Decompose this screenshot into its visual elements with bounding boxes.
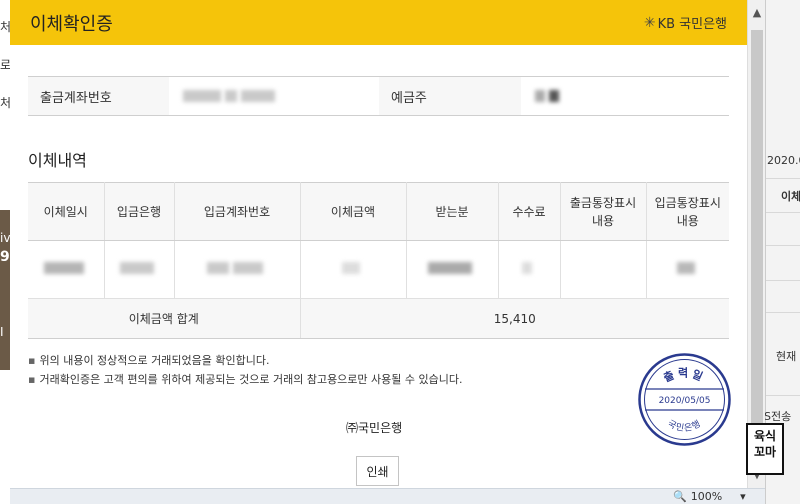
table-cell [104,240,175,299]
column-header: 수수료 [498,182,561,241]
redacted-text [43,262,84,274]
redacted-text [241,90,275,102]
background-page-left: 처 로 처 iv 9 I [0,0,11,504]
account-holder-label: 예금주 [379,77,521,115]
zoom-icon: 🔍 [673,490,687,503]
redacted-text [207,262,229,274]
background-text: S전송 [764,410,792,423]
column-header: 입금계좌번호 [174,182,301,241]
status-bar: 🔍 100% ▾ [10,488,765,504]
popup-header: 이체확인증 ✳ KB 국민은행 [10,0,747,45]
sum-label: 이체금액 합계 [28,298,301,339]
redacted-text [549,90,559,102]
notice-list: ▪ 위의 내용이 정상적으로 거래되었음을 확인합니다. ▪ 거래확인증은 고객 편… [28,351,463,389]
table-header-row: 이체일시 입금은행 입금계좌번호 이체금액 받는분 수수료 출금통장표시 내용 … [28,182,729,241]
redacted-text [428,262,472,274]
redacted-text [342,262,360,274]
redacted-text [183,90,221,102]
watermark-text: 육식 [753,429,777,443]
redacted-text [120,262,154,274]
column-header: 입금은행 [104,182,175,241]
column-header: 받는분 [406,182,499,241]
table-cell [406,240,499,299]
svg-text:출력일: 출력일 [661,367,708,385]
svg-text:국민은행: 국민은행 [666,417,704,434]
table-cell [646,240,729,299]
column-header: 입금통장표시 내용 [646,182,729,241]
background-text: I [0,325,4,339]
background-text: iv [0,231,11,245]
section-title: 이체내역 [28,151,87,170]
divider [766,312,800,313]
bullet-icon: ▪ [28,354,36,367]
divider [766,280,800,281]
redacted-text [522,262,532,274]
sum-value: 15,410 [300,298,729,339]
column-header: 이체금액 [300,182,407,241]
background-text: 2020.02 [767,154,800,167]
popup-title: 이체확인증 [30,14,113,35]
transfer-table: 이체일시 입금은행 입금계좌번호 이체금액 받는분 수수료 출금통장표시 내용 … [28,182,729,339]
notice-text: 거래확인증은 고객 편의를 위하여 제공되는 것으로 거래의 참고용으로만 사용… [39,373,463,386]
account-info: 출금계좌번호 예금주 [28,76,729,116]
column-header: 출금통장표시 내용 [560,182,647,241]
notice-item: ▪ 위의 내용이 정상적으로 거래되었음을 확인합니다. [28,351,463,370]
redacted-text [535,90,545,102]
bullet-icon: ▪ [28,373,36,386]
bank-signature: ㈜국민은행 [346,421,403,435]
stamp-bottom-text: 국민은행 [666,417,703,434]
from-account-label: 출금계좌번호 [28,77,169,115]
table-cell [300,240,407,299]
watermark-logo: 육식 꼬마 [746,423,784,475]
zoom-control[interactable]: 🔍 100% ▾ [673,490,746,503]
divider [766,395,800,396]
stamp-top-text: 출력일 [661,367,705,385]
transfer-confirmation-popup: 이체확인증 ✳ KB 국민은행 ▲ ▼ 출금계좌번호 예금주 이체내역 이체일시 [10,0,765,504]
print-button[interactable]: 인쇄 [356,456,399,486]
table-cell [174,240,301,299]
kb-logo: ✳ KB 국민은행 [643,13,727,33]
account-holder-value [521,77,729,115]
kb-logo-text: KB 국민은행 [657,17,727,32]
table-cell [560,240,647,299]
scrollbar-thumb[interactable] [751,30,763,450]
redacted-text [225,90,237,102]
background-text: 9 [0,249,10,265]
zoom-level: 100% [690,490,723,503]
scroll-up-icon[interactable]: ▲ [748,6,766,19]
notice-item: ▪ 거래확인증은 고객 편의를 위하여 제공되는 것으로 거래의 참고용으로만 사… [28,370,463,389]
divider [766,245,800,246]
column-header: 이체일시 [28,182,105,241]
table-cell [28,240,105,299]
divider [766,212,800,213]
watermark-text: 꼬마 [753,445,777,459]
from-account-value [169,77,379,115]
sum-row: 이체금액 합계 15,410 [28,298,729,339]
background-text: 이체 [781,190,800,203]
table-cell [498,240,561,299]
chevron-down-icon[interactable]: ▾ [740,490,746,503]
output-date-stamp: 출력일 2020/05/05 국민은행 [638,353,731,446]
background-text: 현재 [776,350,797,363]
divider [766,178,800,179]
kb-star-icon: ✳ [643,14,656,31]
vertical-scrollbar[interactable]: ▲ ▼ [747,0,765,488]
table-row [28,240,729,299]
redacted-text [676,262,695,274]
notice-text: 위의 내용이 정상적으로 거래되었음을 확인합니다. [39,354,270,367]
stamp-date: 2020/05/05 [659,396,711,406]
redacted-text [233,262,263,274]
